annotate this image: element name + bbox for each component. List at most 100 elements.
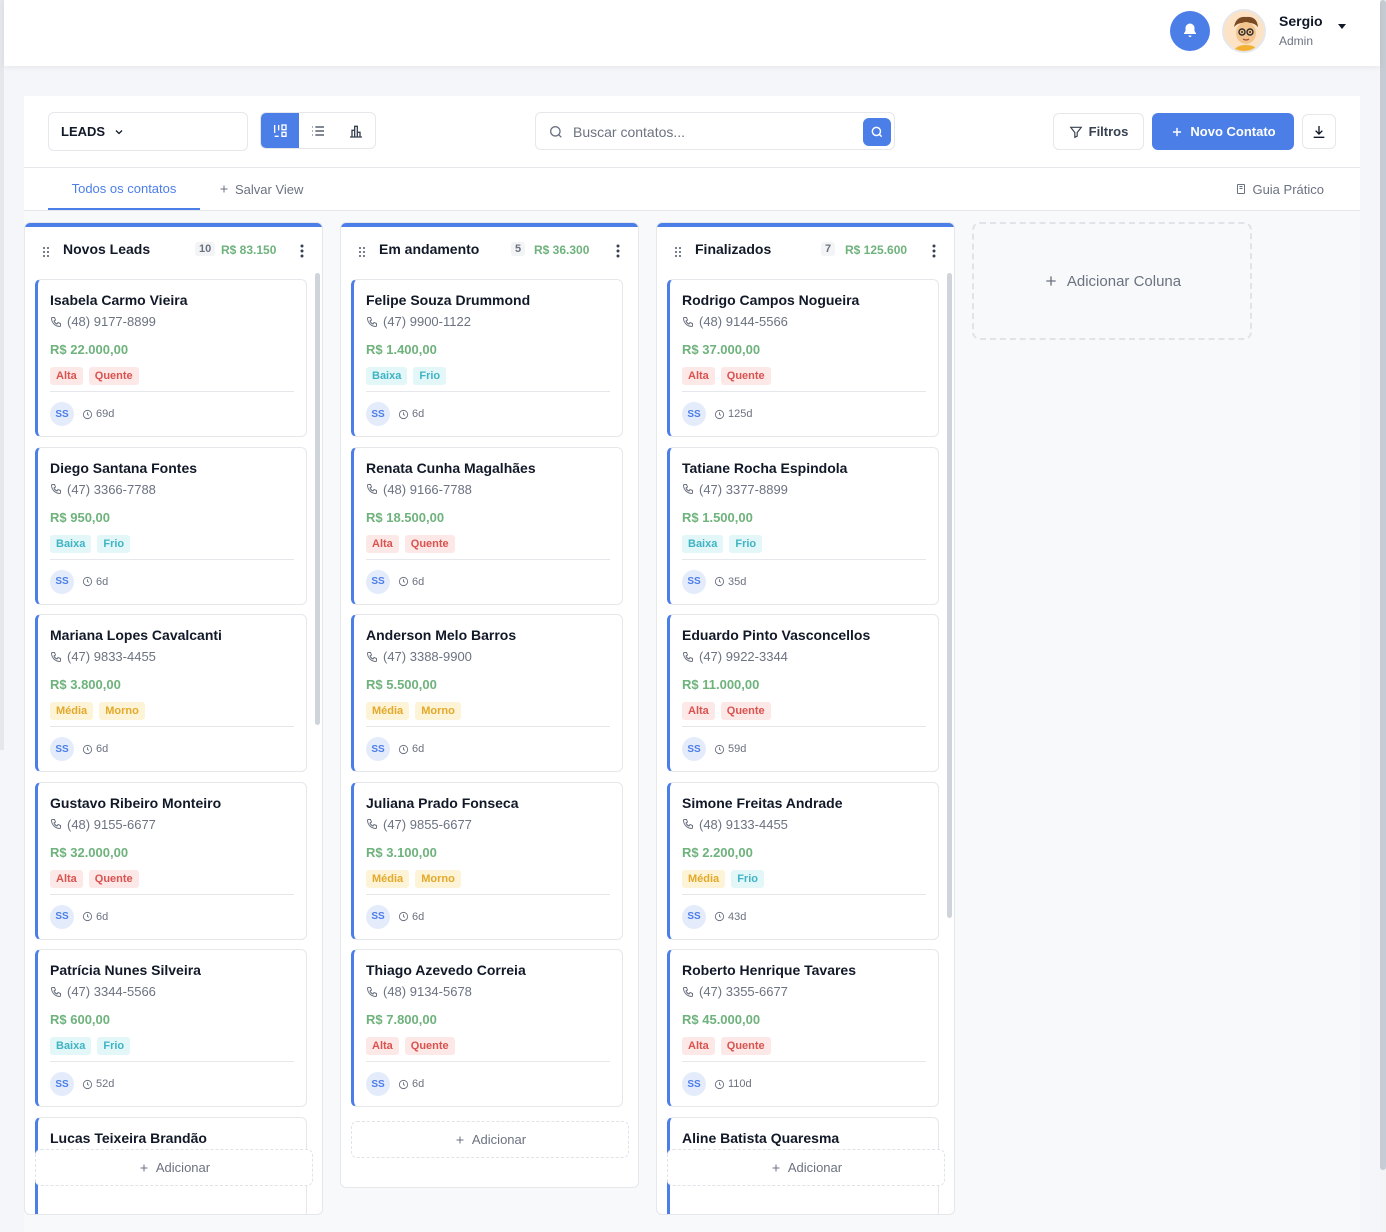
caret-down-icon[interactable] — [1338, 24, 1346, 29]
bell-icon — [1184, 23, 1196, 37]
plus-icon — [1046, 276, 1056, 286]
column-drag-handle[interactable] — [358, 245, 366, 263]
contact-tag: Baixa — [366, 367, 408, 385]
contact-tag: Alta — [682, 367, 715, 385]
user-avatar[interactable] — [1222, 9, 1266, 53]
contact-card[interactable]: Gustavo Ribeiro Monteiro (48) 9155-6677 R$… — [35, 781, 307, 940]
column-drag-handle[interactable] — [42, 245, 50, 263]
contact-tag: Alta — [682, 1037, 715, 1055]
list-view-button[interactable] — [299, 113, 337, 148]
card-divider — [366, 726, 610, 727]
contact-value: R$ 600,00 — [50, 1012, 110, 1027]
phone-icon — [366, 484, 377, 495]
add-contact-button[interactable]: Adicionar — [35, 1149, 313, 1186]
pipeline-select[interactable]: LEADS — [48, 112, 248, 151]
contact-card[interactable]: Roberto Henrique Tavares (47) 3355-6677 R$… — [667, 949, 939, 1107]
contact-tag: Média — [366, 702, 410, 720]
contact-card[interactable]: Patrícia Nunes Silveira (47) 3344-5566 R$ … — [35, 949, 307, 1107]
guide-link[interactable]: Guia Prático — [1235, 168, 1324, 210]
guide-label: Guia Prático — [1252, 181, 1324, 197]
contact-tag: Quente — [404, 534, 455, 553]
clock-icon — [398, 576, 409, 587]
contact-value: R$ 7.800,00 — [366, 1012, 437, 1027]
contact-value: R$ 45.000,00 — [682, 1012, 761, 1027]
chart-view-button[interactable] — [337, 113, 375, 148]
drag-handle-icon — [358, 246, 366, 258]
card-footer: SS 6d — [50, 737, 108, 761]
search-box — [535, 112, 895, 150]
add-contact-button[interactable]: Adicionar — [351, 1121, 629, 1158]
contact-phone: (47) 9900-1122 — [366, 314, 471, 329]
clock-icon — [82, 1079, 93, 1089]
card-divider — [366, 558, 610, 560]
contact-card[interactable]: Rodrigo Campos Nogueira (48) 9144-5566 R$ … — [667, 279, 939, 437]
contact-tag: Quente — [720, 367, 771, 385]
contact-card[interactable]: Renata Cunha Magalhães (48) 9166-7788 R$ 1… — [351, 446, 623, 605]
contact-card[interactable]: Eduardo Pinto Vasconcellos (47) 9922-3344… — [667, 614, 939, 772]
plus-icon — [140, 1164, 148, 1171]
column-scrollbar[interactable] — [315, 273, 320, 725]
kanban-view-button[interactable] — [261, 113, 299, 148]
column-menu-button[interactable] — [932, 244, 936, 263]
phone-icon — [366, 651, 377, 662]
owner-avatar: SS — [50, 402, 74, 426]
page-scrollbar-thumb[interactable] — [1380, 0, 1386, 1170]
contact-age-text: 6d — [412, 743, 425, 755]
owner-avatar: SS — [366, 737, 390, 761]
column-scrollbar[interactable] — [947, 273, 952, 918]
clock-icon — [714, 911, 725, 922]
contact-tag: Média — [50, 702, 94, 720]
contact-card[interactable]: Anderson Melo Barros (47) 3388-9900 R$ 5.5… — [351, 614, 623, 772]
top-bar: Sergio Admin — [4, 0, 1380, 66]
phone-icon — [682, 484, 693, 495]
contact-age: 6d — [82, 743, 108, 755]
contact-card[interactable]: Simone Freitas Andrade (48) 9133-4455 R$ 2… — [667, 781, 939, 940]
card-divider — [682, 1061, 926, 1062]
card-footer: SS 6d — [366, 402, 424, 426]
new-contact-button[interactable]: Novo Contato — [1152, 113, 1294, 150]
tab-all-contacts[interactable]: Todos os contatos — [48, 168, 200, 210]
bar-chart-icon — [350, 125, 362, 138]
contact-card[interactable]: Tatiane Rocha Espindola (47) 3377-8899 R$ … — [667, 446, 939, 605]
download-button[interactable] — [1302, 114, 1336, 149]
column-menu-button[interactable] — [300, 244, 304, 263]
contact-card[interactable]: Mariana Lopes Cavalcanti (47) 9833-4455 R$… — [35, 614, 307, 772]
contact-tag: Baixa — [50, 1037, 92, 1055]
user-name[interactable]: Sergio — [1279, 13, 1323, 29]
page-scrollbar[interactable] — [1380, 0, 1386, 1232]
filter-icon — [1069, 126, 1083, 138]
clock-icon — [398, 744, 409, 754]
contact-card[interactable]: Thiago Azevedo Correia (48) 9134-5678 R$ 7… — [351, 949, 623, 1107]
contact-phone-text: (47) 3366-7788 — [67, 481, 156, 497]
save-view-label: Salvar View — [235, 181, 304, 197]
column-drag-handle[interactable] — [674, 245, 682, 263]
card-divider — [682, 893, 926, 895]
book-icon — [1237, 184, 1246, 194]
card-footer: SS 125d — [682, 402, 752, 426]
card-divider — [366, 391, 610, 392]
contact-tag: Frio — [413, 367, 447, 385]
notifications-button[interactable] — [1170, 11, 1210, 51]
add-contact-button[interactable]: Adicionar — [667, 1149, 945, 1186]
column-menu-button[interactable] — [616, 244, 620, 263]
new-contact-label: Novo Contato — [1190, 124, 1276, 139]
plus-icon — [772, 1164, 780, 1171]
save-view-button[interactable]: Salvar View — [218, 168, 303, 210]
contact-tag: Alta — [366, 1037, 399, 1055]
contact-value: R$ 22.000,00 — [50, 342, 129, 357]
contact-tag: Quente — [720, 1037, 771, 1055]
contact-card[interactable]: Isabela Carmo Vieira (48) 9177-8899 R$ 22.… — [35, 279, 307, 437]
contact-age: 6d — [82, 911, 108, 923]
contact-card[interactable]: Diego Santana Fontes (47) 3366-7788 R$ 950… — [35, 446, 307, 605]
contact-card[interactable]: Juliana Prado Fonseca (47) 9855-6677 R$ 3.… — [351, 781, 623, 940]
contact-tags: Alta Quente — [366, 1037, 455, 1055]
contact-age-text: 43d — [728, 910, 747, 923]
clock-icon — [82, 911, 93, 922]
filters-button[interactable]: Filtros — [1053, 113, 1144, 150]
search-input[interactable] — [573, 121, 853, 143]
contact-card[interactable]: Felipe Souza Drummond (47) 9900-1122 R$ 1.… — [351, 279, 623, 437]
contact-age: 6d — [398, 576, 424, 588]
owner-avatar: SS — [50, 904, 74, 929]
add-column-button[interactable]: Adicionar Coluna — [972, 222, 1252, 340]
search-button[interactable] — [863, 118, 891, 146]
